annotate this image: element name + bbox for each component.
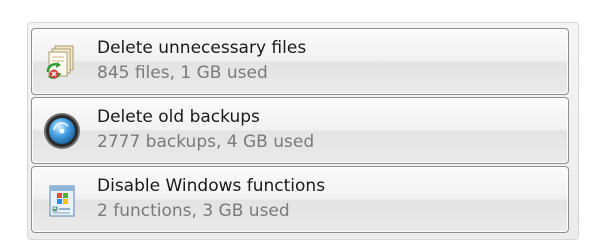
item-subtitle: 845 files, 1 GB used — [97, 63, 268, 83]
item-subtitle: 2 functions, 3 GB used — [97, 201, 290, 221]
backup-disc-icon — [42, 111, 82, 151]
item-title: Delete unnecessary files — [97, 38, 307, 58]
delete-unnecessary-files-button[interactable]: Delete unnecessary files 845 files, 1 GB… — [31, 28, 569, 95]
item-title: Delete old backups — [97, 107, 260, 127]
recycle-files-icon — [42, 42, 82, 82]
delete-old-backups-button[interactable]: Delete old backups 2777 backups, 4 GB us… — [31, 97, 569, 164]
item-subtitle: 2777 backups, 4 GB used — [97, 132, 315, 152]
windows-features-icon — [42, 180, 82, 220]
disable-windows-functions-button[interactable]: Disable Windows functions 2 functions, 3… — [31, 166, 569, 233]
item-title: Disable Windows functions — [97, 176, 326, 196]
